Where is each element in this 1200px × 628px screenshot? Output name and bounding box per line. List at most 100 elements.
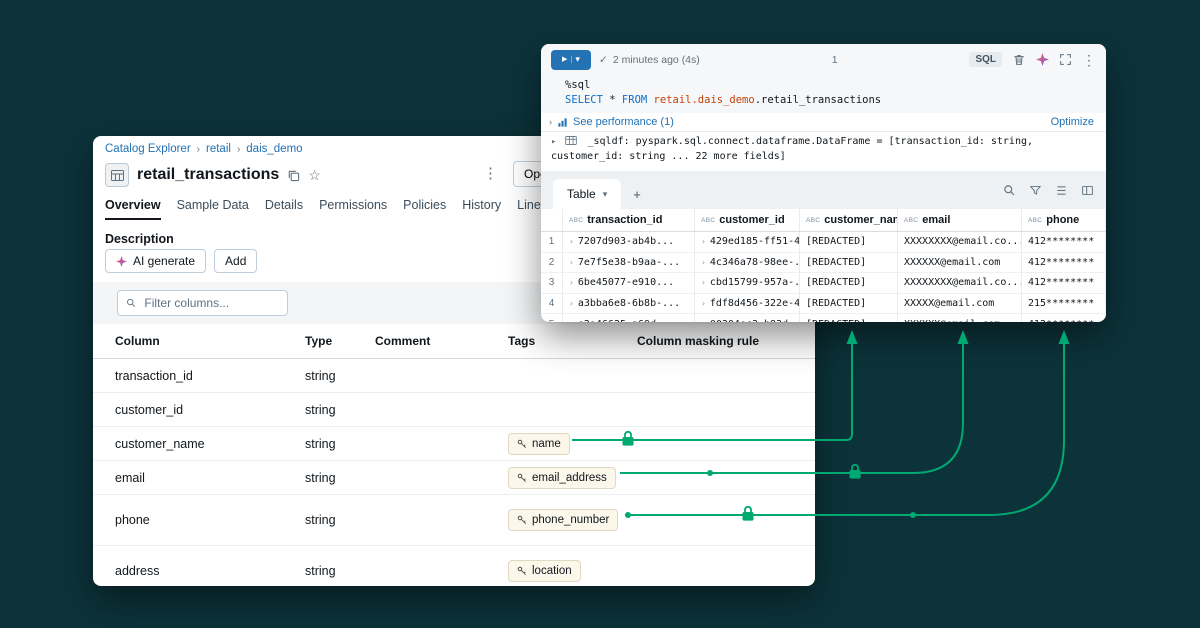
grid-header-row: ABCtransaction_id ABCcustomer_id ABCcust… (541, 209, 1106, 232)
grid-col-customer-id[interactable]: ABCcustomer_id (695, 209, 800, 231)
tab-table-view[interactable]: Table ▾ (553, 179, 621, 209)
cell-value: 6be45077-e910... (578, 277, 674, 288)
tab-sample-data[interactable]: Sample Data (177, 196, 249, 220)
table-row[interactable]: address string location (93, 546, 815, 586)
cell-kebab-icon[interactable]: ⋮ (1082, 53, 1096, 67)
sql-query-line: SELECT * FROM retail.dais_demo.retail_tr… (565, 93, 1106, 108)
check-icon: ✓ (599, 54, 608, 66)
search-results-icon[interactable] (1003, 184, 1016, 197)
search-icon (126, 297, 136, 309)
grid-col-email[interactable]: ABCemail (898, 209, 1022, 231)
table-row[interactable]: email string email_address (93, 461, 815, 495)
string-type-icon: ABC (806, 217, 820, 224)
collapse-chevron-icon[interactable]: › (549, 117, 552, 127)
result-summary-line: ▸ _sqldf: pyspark.sql.connect.dataframe.… (541, 132, 1106, 171)
table-actions-kebab-icon[interactable]: ⋮ (483, 166, 498, 181)
grid-col-phone[interactable]: ABCphone (1022, 209, 1106, 231)
breadcrumb-dais-demo[interactable]: dais_demo (246, 143, 302, 155)
filter-columns-input[interactable] (142, 295, 279, 311)
grid-col-customer-name[interactable]: ABCcustomer_name (800, 209, 898, 231)
language-badge[interactable]: SQL (969, 52, 1002, 67)
tab-permissions[interactable]: Permissions (319, 196, 387, 220)
cell-expander-icon[interactable]: › (701, 258, 706, 267)
cell-value: 7e7f5e38-b9aa-... (578, 257, 680, 268)
table-row[interactable]: transaction_id string (93, 359, 815, 393)
see-performance-link[interactable]: See performance (1) (573, 116, 674, 128)
add-description-button[interactable]: Add (214, 249, 257, 273)
sql-code-editor[interactable]: %sql SELECT * FROM retail.dais_demo.reta… (541, 75, 1106, 113)
table-row[interactable]: phone string phone_number (93, 495, 815, 546)
description-label: Description (105, 232, 174, 246)
grid-row: 4 ›a3bba6e8-6b8b-... ›fdf8d456-322e-4...… (541, 294, 1106, 315)
tab-history[interactable]: History (462, 196, 501, 220)
cell-value: 215******** (1022, 294, 1106, 314)
columns-table: Column Type Comment Tags Column masking … (93, 324, 815, 586)
tab-policies[interactable]: Policies (403, 196, 446, 220)
optimize-link[interactable]: Optimize (1051, 116, 1094, 128)
cell-actions: SQL ⋮ (969, 52, 1096, 67)
cell-expander-icon[interactable]: › (701, 320, 706, 322)
columns-layout-icon[interactable] (1081, 184, 1094, 197)
page-title: retail_transactions (137, 166, 279, 184)
column-type: string (305, 369, 375, 383)
description-actions: AI generate Add (105, 249, 257, 273)
ai-generate-button[interactable]: AI generate (105, 249, 206, 273)
ai-generate-label: AI generate (133, 254, 195, 268)
run-cell-button[interactable]: ▶ ▾ (551, 50, 591, 70)
tag-pill-phone-number[interactable]: phone_number (508, 509, 618, 531)
cell-value: [REDACTED] (800, 232, 898, 252)
cell-expander-icon[interactable]: › (569, 258, 574, 267)
cell-value: 412******** (1022, 232, 1106, 252)
tab-details[interactable]: Details (265, 196, 303, 220)
cell-value: 412******** (1022, 253, 1106, 273)
cell-expander-icon[interactable]: › (701, 299, 706, 308)
row-height-icon[interactable] (1055, 184, 1068, 197)
copy-icon[interactable] (287, 169, 300, 182)
play-icon: ▶ (562, 56, 572, 63)
chevron-down-icon: ▾ (603, 189, 608, 200)
breadcrumb-catalog-explorer[interactable]: Catalog Explorer (105, 143, 191, 155)
trash-icon[interactable] (1012, 53, 1026, 67)
performance-chart-icon (557, 117, 568, 128)
cell-expander-icon[interactable]: › (701, 237, 706, 246)
filter-funnel-icon[interactable] (1029, 184, 1042, 197)
add-visualization-button[interactable]: + (621, 179, 653, 209)
row-number: 4 (541, 294, 563, 314)
grid-col-transaction-id[interactable]: ABCtransaction_id (563, 209, 695, 231)
column-name: customer_name (115, 437, 305, 451)
connector-junction-dot (910, 512, 916, 518)
cell-expander-icon[interactable]: › (569, 299, 574, 308)
cell-expander-icon[interactable]: › (569, 278, 574, 287)
favorite-star-icon[interactable]: ☆ (308, 167, 321, 184)
grid-row: 2 ›7e7f5e38-b9aa-... ›4c346a78-98ee-... … (541, 253, 1106, 274)
cell-value: 412******** (1022, 273, 1106, 293)
cell-expander-icon[interactable]: › (569, 237, 574, 246)
expand-fullscreen-icon[interactable] (1059, 53, 1072, 66)
column-type: string (305, 564, 375, 578)
tag-label: location (532, 565, 572, 577)
table-entity-icon (105, 163, 129, 187)
run-options-chevron-down-icon: ▾ (572, 55, 580, 64)
magic-command-line: %sql (565, 78, 1106, 93)
key-icon (517, 439, 527, 449)
assistant-sparkle-icon[interactable] (1036, 53, 1049, 66)
tag-pill-email-address[interactable]: email_address (508, 467, 616, 489)
tag-label: name (532, 438, 561, 450)
col-header-comment: Comment (375, 334, 508, 348)
table-row[interactable]: customer_id string (93, 393, 815, 427)
result-expander-icon[interactable]: ▸ (551, 137, 556, 147)
grid-row: 3 ›6be45077-e910... ›cbd15799-957a-... [… (541, 273, 1106, 294)
tab-overview[interactable]: Overview (105, 196, 161, 220)
notebook-cell-window: ▶ ▾ ✓ 2 minutes ago (4s) 1 SQL (541, 44, 1106, 322)
cell-expander-icon[interactable]: › (701, 278, 706, 287)
column-name: address (115, 564, 305, 578)
cell-expander-icon[interactable]: › (569, 320, 574, 322)
cell-value: 4c346a78-98ee-... (710, 257, 800, 268)
breadcrumb-retail[interactable]: retail (206, 143, 231, 155)
cell-value: [REDACTED] (800, 314, 898, 322)
tag-pill-location[interactable]: location (508, 560, 581, 582)
table-row[interactable]: customer_name string name (93, 427, 815, 461)
column-name: customer_id (115, 403, 305, 417)
string-type-icon: ABC (569, 217, 583, 224)
tag-pill-name[interactable]: name (508, 433, 570, 455)
